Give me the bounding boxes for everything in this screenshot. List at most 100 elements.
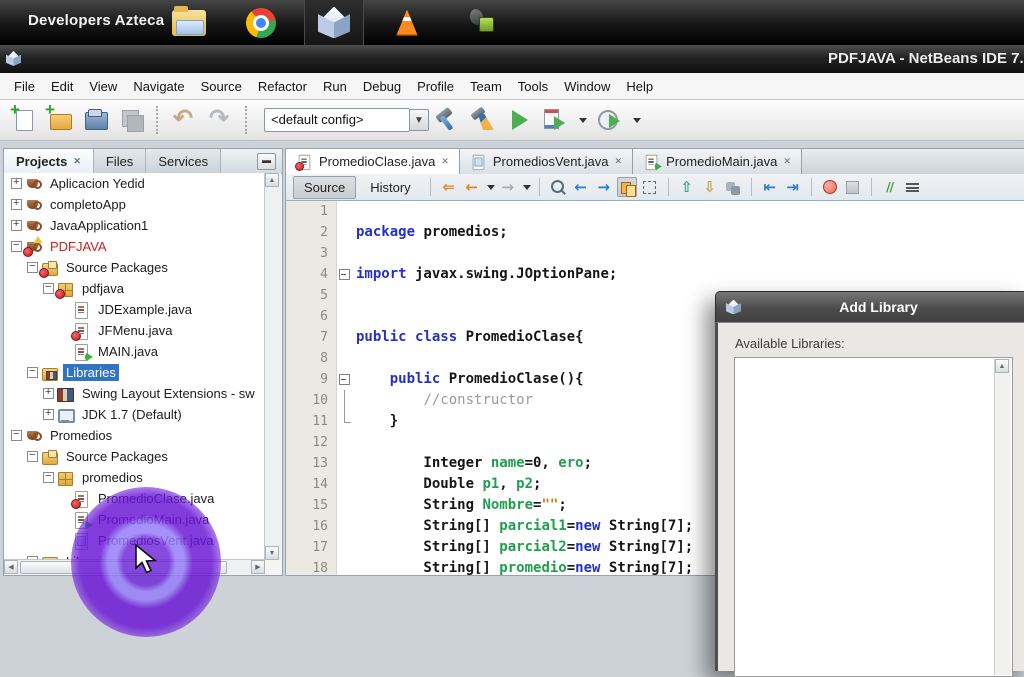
tree-item[interactable]: MAIN.java	[4, 341, 265, 362]
code-line[interactable]: 2package promedios;	[286, 222, 1024, 243]
code-line[interactable]: 3	[286, 243, 1024, 264]
stop-macro-icon[interactable]	[843, 177, 863, 197]
shift-line-right-icon[interactable]: ⇥	[783, 177, 803, 197]
scroll-down-button[interactable]: ▼	[265, 546, 279, 560]
config-dropdown-arrow[interactable]: ▼	[409, 109, 429, 131]
menu-edit[interactable]: Edit	[43, 75, 81, 98]
scroll-right-button[interactable]: ▶	[251, 560, 265, 574]
tree-item[interactable]: Promedios	[4, 425, 265, 446]
view-source-button[interactable]: Source	[293, 176, 356, 199]
tab-services[interactable]: Services	[146, 149, 221, 173]
new-project-icon[interactable]	[46, 106, 74, 134]
tree-item[interactable]: PDFJAVA	[4, 236, 265, 257]
build-project-icon[interactable]	[433, 106, 461, 134]
dialog-list-scrollbar[interactable]: ▲	[994, 359, 1011, 675]
debug-project-icon[interactable]	[541, 106, 569, 134]
tree-item[interactable]: PromedioClase.java	[4, 488, 265, 509]
open-project-icon[interactable]	[82, 106, 110, 134]
tree-item[interactable]: Source Packages	[4, 257, 265, 278]
tree-item[interactable]: PromedioMain.java	[4, 509, 265, 530]
tree-item[interactable]: JDK 1.7 (Default)	[4, 404, 265, 425]
redo-icon[interactable]	[207, 106, 235, 134]
view-history-button[interactable]: History	[359, 176, 421, 199]
tree-horizontal-scrollbar[interactable]: ◀ ▶	[4, 559, 265, 574]
close-tab-icon[interactable]: ✕	[783, 156, 791, 167]
tree-item[interactable]: completoApp	[4, 194, 265, 215]
rectangular-selection-icon[interactable]	[640, 177, 660, 197]
profile-project-icon[interactable]	[595, 106, 623, 134]
debug-project-dropdown-caret[interactable]	[579, 118, 587, 123]
dialog-titlebar[interactable]: Add Library	[715, 291, 1024, 322]
next-bookmark-icon[interactable]: ⇩	[700, 177, 720, 197]
tree-item[interactable]: Source Packages	[4, 446, 265, 467]
record-macro-icon[interactable]	[820, 177, 840, 197]
vlc-launcher[interactable]	[378, 0, 436, 45]
expander-icon[interactable]	[42, 282, 55, 295]
close-tab-icon[interactable]: ✕	[73, 156, 81, 167]
expander-icon[interactable]	[10, 177, 23, 190]
tree-item[interactable]: JFMenu.java	[4, 320, 265, 341]
tree-item[interactable]: Libraries	[4, 362, 265, 383]
menu-file[interactable]: File	[6, 75, 43, 98]
menu-window[interactable]: Window	[556, 75, 618, 98]
expander-icon[interactable]	[26, 450, 39, 463]
tree-item[interactable]: Aplicacion Yedid	[4, 173, 265, 194]
expander-icon[interactable]	[42, 471, 55, 484]
tab-projects[interactable]: Projects✕	[4, 149, 94, 173]
expander-icon[interactable]	[26, 261, 39, 274]
editor-tab[interactable]: PromedioClase.java✕	[286, 149, 460, 174]
new-file-icon[interactable]	[10, 106, 38, 134]
screen-recorder-launcher[interactable]	[450, 0, 508, 45]
find-icon[interactable]	[548, 177, 568, 197]
menu-run[interactable]: Run	[315, 75, 355, 98]
editor-tab[interactable]: PromediosVent.java✕	[460, 149, 633, 174]
tree-vertical-scrollbar[interactable]: ▲ ▼	[264, 173, 281, 560]
tree-item[interactable]: JDExample.java	[4, 299, 265, 320]
menu-help[interactable]: Help	[618, 75, 661, 98]
code-fold-icon[interactable]	[337, 264, 351, 285]
last-edit-icon[interactable]: ⇐	[439, 177, 459, 197]
tree-item[interactable]: pdfjava	[4, 278, 265, 299]
menu-view[interactable]: View	[81, 75, 125, 98]
tree-item[interactable]: promedios	[4, 467, 265, 488]
run-project-icon[interactable]	[505, 106, 533, 134]
jump-forward-icon[interactable]: →	[498, 177, 518, 197]
close-tab-icon[interactable]: ✕	[615, 156, 623, 167]
previous-bookmark-icon[interactable]: ⇧	[677, 177, 697, 197]
scroll-up-button[interactable]: ▲	[995, 359, 1009, 373]
menu-navigate[interactable]: Navigate	[125, 75, 192, 98]
scroll-up-button[interactable]: ▲	[265, 173, 279, 187]
tab-files[interactable]: Files	[94, 149, 146, 173]
uncomment-icon[interactable]	[903, 177, 923, 197]
config-combobox[interactable]: <default config>▼	[264, 108, 429, 132]
save-all-icon[interactable]	[118, 106, 146, 134]
menu-team[interactable]: Team	[462, 75, 510, 98]
file-explorer-launcher[interactable]	[160, 0, 218, 45]
tree-item[interactable]: JavaApplication1	[4, 215, 265, 236]
jump-forward-dropdown-caret[interactable]	[523, 185, 531, 190]
menu-source[interactable]: Source	[193, 75, 250, 98]
menu-debug[interactable]: Debug	[355, 75, 409, 98]
code-line[interactable]: 1	[286, 201, 1024, 222]
next-occurrence-icon[interactable]: →	[594, 177, 614, 197]
profile-project-dropdown-caret[interactable]	[633, 118, 641, 123]
comment-icon[interactable]: //	[880, 177, 900, 197]
minimize-panel-button[interactable]: ▬	[257, 153, 276, 170]
next-error-icon[interactable]	[723, 177, 743, 197]
expander-icon[interactable]	[10, 219, 23, 232]
code-fold-icon[interactable]	[337, 369, 351, 390]
close-tab-icon[interactable]: ✕	[441, 156, 449, 167]
expander-icon[interactable]	[26, 366, 39, 379]
expander-icon[interactable]	[42, 408, 55, 421]
previous-occurrence-icon[interactable]: ←	[571, 177, 591, 197]
expander-icon[interactable]	[10, 429, 23, 442]
menu-refactor[interactable]: Refactor	[250, 75, 315, 98]
chrome-launcher[interactable]	[232, 0, 290, 45]
tree-item[interactable]: PromediosVent.java	[4, 530, 265, 551]
jump-back-icon[interactable]: ←	[462, 177, 482, 197]
jump-back-dropdown-caret[interactable]	[487, 185, 495, 190]
shift-line-left-icon[interactable]: ⇤	[760, 177, 780, 197]
netbeans-launcher[interactable]	[304, 0, 364, 45]
available-libraries-list[interactable]: ▲	[734, 357, 1013, 677]
editor-tab[interactable]: PromedioMain.java✕	[633, 149, 802, 174]
